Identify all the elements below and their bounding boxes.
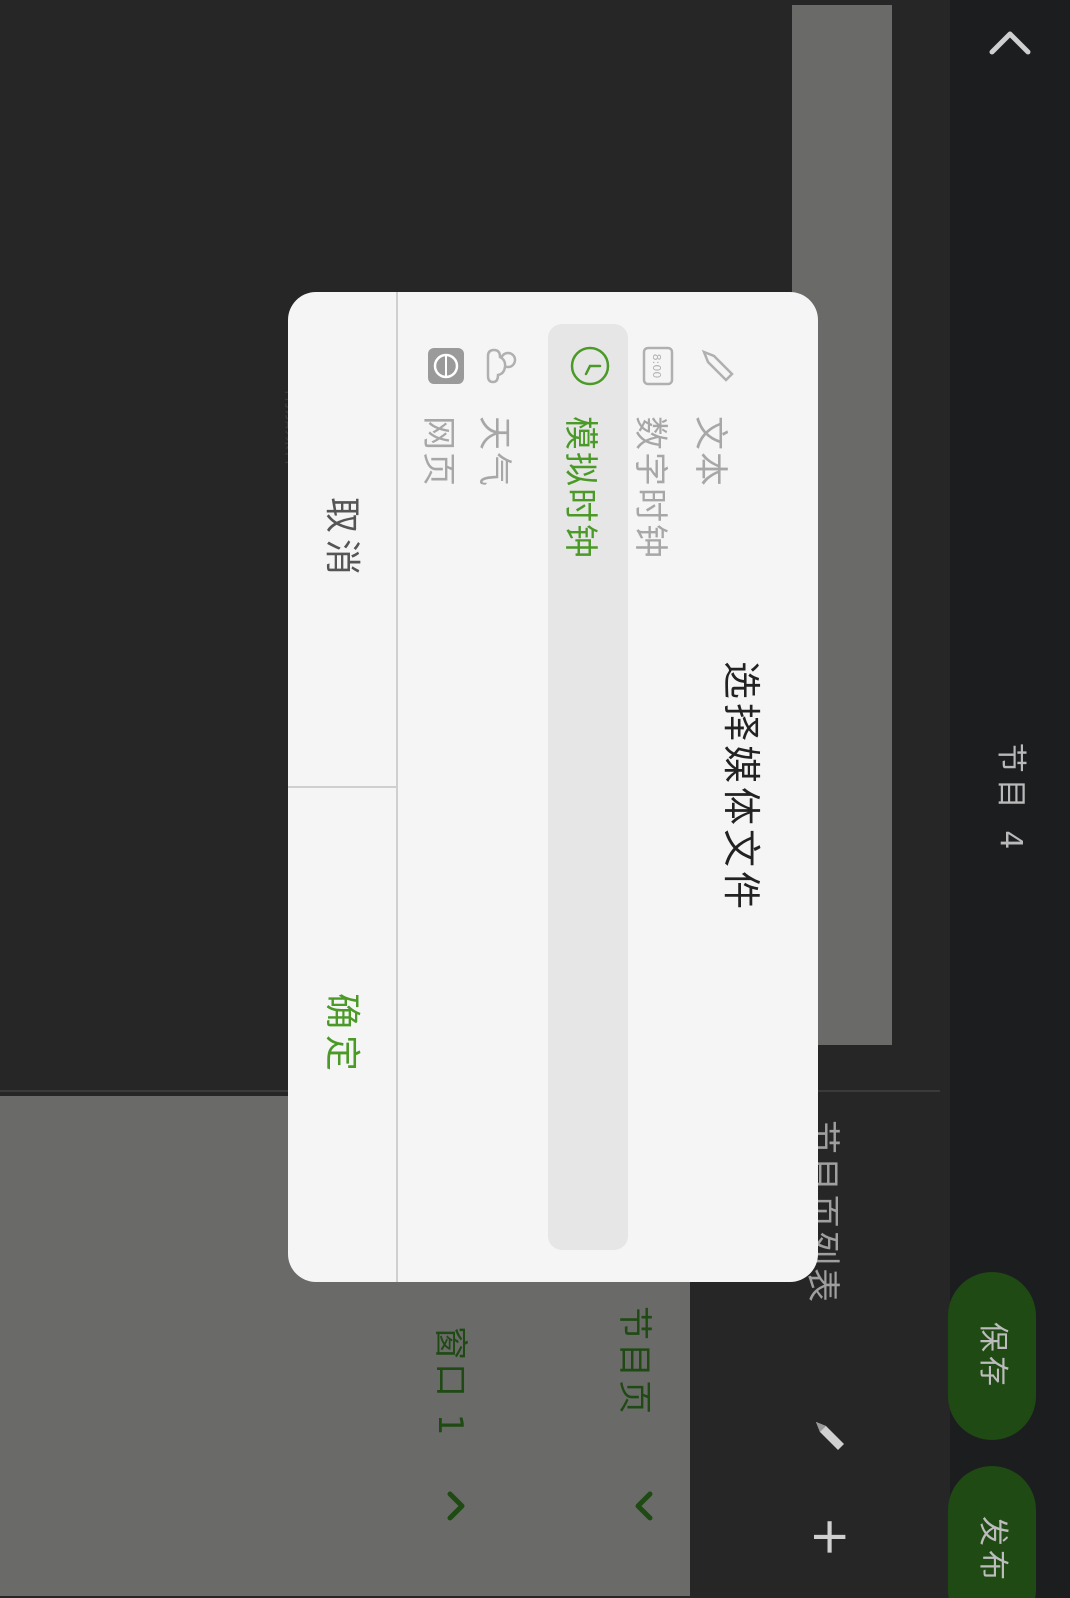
list-item-text[interactable]: 文本 bbox=[688, 324, 748, 1250]
confirm-button[interactable]: 确定 bbox=[288, 788, 396, 1282]
window-label: 窗口 1 bbox=[430, 1326, 470, 1439]
svg-text:8:00: 8:00 bbox=[650, 354, 663, 379]
list-item-label: 天气 bbox=[474, 416, 514, 488]
edit-pencil-icon[interactable] bbox=[810, 1416, 850, 1456]
window-chevron-icon[interactable] bbox=[434, 1484, 478, 1528]
pencil-icon bbox=[701, 349, 734, 382]
page-chevron-down-icon[interactable] bbox=[622, 1484, 666, 1528]
add-page-button[interactable]: + bbox=[802, 1510, 860, 1564]
list-item-label: 网页 bbox=[418, 416, 458, 488]
list-item-webpage[interactable]: 网页 bbox=[416, 324, 476, 1250]
webpage-icon bbox=[428, 348, 464, 384]
top-bar: 节目 4 保存 发布 bbox=[948, 0, 1070, 1598]
digital-clock-icon: 8:00 bbox=[642, 346, 674, 386]
publish-button[interactable]: 发布 bbox=[948, 1466, 1036, 1598]
list-item-label: 数字时钟 bbox=[630, 416, 670, 560]
page-label: 节目页 bbox=[614, 1306, 654, 1417]
analog-clock-icon bbox=[570, 346, 610, 386]
save-button[interactable]: 保存 bbox=[948, 1272, 1036, 1440]
list-item-weather[interactable]: 天气 bbox=[472, 324, 532, 1250]
list-item-label: 文本 bbox=[690, 416, 730, 488]
weather-icon bbox=[486, 348, 517, 384]
media-type-list: 文本 8:00 数字时钟 模拟时钟 天气 网页 bbox=[416, 324, 734, 1250]
cancel-button[interactable]: 取消 bbox=[288, 292, 396, 786]
list-item-label: 模拟时钟 bbox=[560, 416, 600, 560]
app-screen: 节目 4 保存 发布 节目页列表 + 节目页 窗口 1 附加媒体 选择媒体文件 … bbox=[0, 0, 1070, 1598]
list-item-analog-clock[interactable]: 模拟时钟 bbox=[548, 324, 628, 1250]
dialog-footer: 取消 确定 bbox=[288, 292, 398, 1282]
list-item-digital-clock[interactable]: 8:00 数字时钟 bbox=[628, 324, 688, 1250]
select-media-dialog: 选择媒体文件 文本 8:00 数字时钟 模拟时钟 天气 网页 取消 确定 bbox=[288, 292, 818, 1282]
